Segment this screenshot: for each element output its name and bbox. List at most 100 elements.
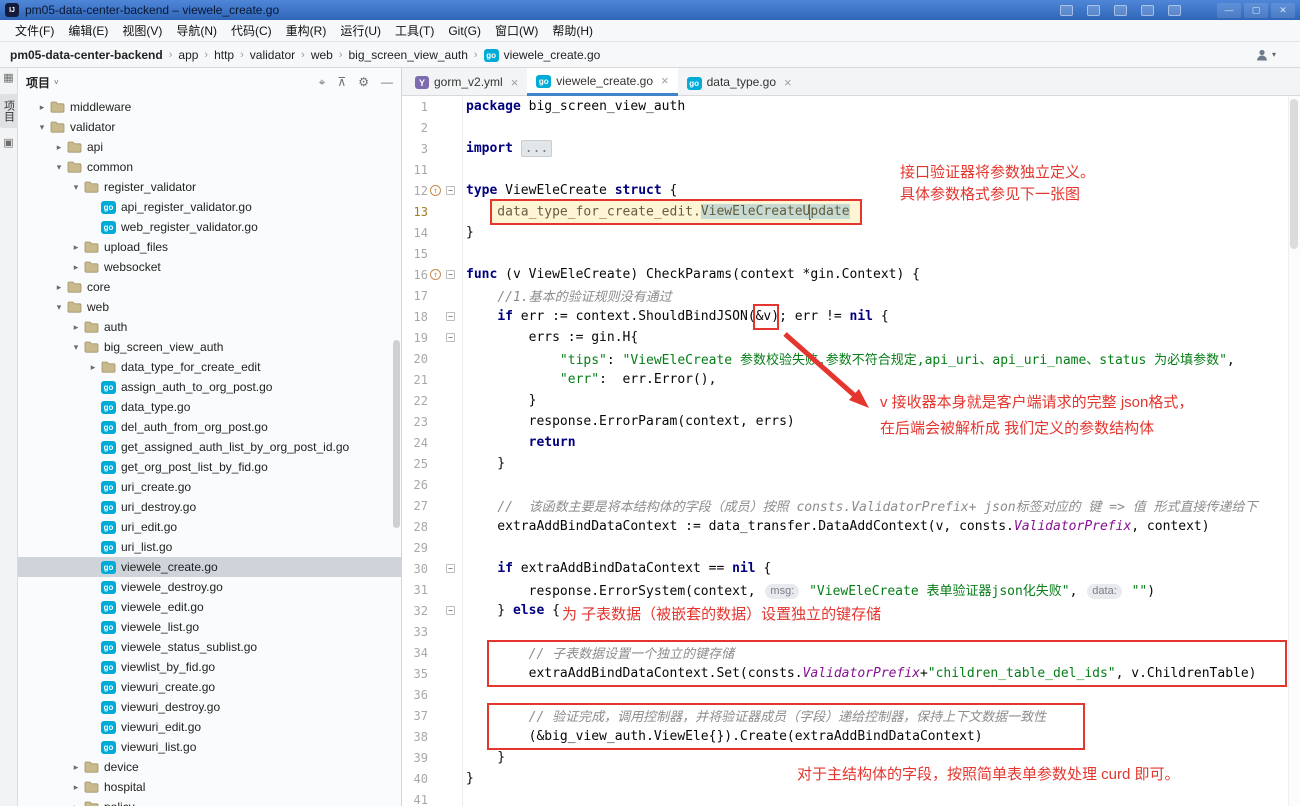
code-editor[interactable]: 1 package big_screen_view_auth 2 3 import ..… (402, 96, 1300, 806)
chevron-collapsed-icon[interactable]: ▸ (51, 142, 67, 153)
settings-gear-icon[interactable]: ⚙ (358, 75, 369, 89)
tree-item-viewuri_destroy[interactable]: go viewuri_destroy.go (18, 697, 401, 717)
tree-item-get_assigned_auth_list_by_org_post_id[interactable]: go get_assigned_auth_list_by_org_post_id.… (18, 437, 401, 457)
breadcrumb-item[interactable]: viewele_create.go (504, 48, 601, 62)
editor-tab-data_type-go[interactable]: go data_type.go × (678, 68, 801, 96)
tree-item-api_register_validator[interactable]: go api_register_validator.go (18, 197, 401, 217)
tree-item-uri_edit[interactable]: go uri_edit.go (18, 517, 401, 537)
collapse-all-icon[interactable]: ⊼ (337, 75, 346, 89)
locate-file-icon[interactable]: ⌖ (319, 75, 326, 90)
chevron-collapsed-icon[interactable]: ▸ (68, 262, 84, 273)
tree-item-viewele_destroy[interactable]: go viewele_destroy.go (18, 577, 401, 597)
tree-item-device[interactable]: ▸ device (18, 757, 401, 777)
implemented-gutter-icon[interactable]: ↑ (430, 185, 441, 196)
tree-item-data_type_for_create_edit[interactable]: ▸ data_type_for_create_edit (18, 357, 401, 377)
user-icon[interactable] (1255, 48, 1269, 62)
chevron-expanded-icon[interactable]: ▾ (68, 342, 84, 353)
tree-item-web_register_validator[interactable]: go web_register_validator.go (18, 217, 401, 237)
menu-item[interactable]: 工具(T) (388, 22, 441, 39)
tree-item-uri_list[interactable]: go uri_list.go (18, 537, 401, 557)
chevron-collapsed-icon[interactable]: ▸ (68, 322, 84, 333)
menu-item[interactable]: Git(G) (441, 24, 488, 38)
chevron-down-icon[interactable]: ˅ (54, 78, 59, 87)
fold-icon[interactable]: − (446, 270, 455, 279)
breadcrumb-item[interactable]: validator (250, 48, 295, 62)
chevron-collapsed-icon[interactable]: ▸ (68, 782, 84, 793)
breadcrumb-item[interactable]: http (214, 48, 234, 62)
editor-scrollbar-thumb[interactable] (1290, 99, 1298, 249)
tree-item-get_org_post_list_by_fid[interactable]: go get_org_post_list_by_fid.go (18, 457, 401, 477)
menu-item[interactable]: 编辑(E) (61, 22, 115, 39)
chevron-collapsed-icon[interactable]: ▸ (85, 362, 101, 373)
menu-item[interactable]: 重构(R) (279, 22, 334, 39)
close-tab-icon[interactable]: × (511, 75, 519, 90)
tree-item-viewlist_by_fid[interactable]: go viewlist_by_fid.go (18, 657, 401, 677)
menu-item[interactable]: 视图(V) (115, 22, 169, 39)
hide-panel-icon[interactable]: — (381, 75, 393, 89)
tree-item-viewele_list[interactable]: go viewele_list.go (18, 617, 401, 637)
editor-tab-gorm_v2-yml[interactable]: Ygorm_v2.yml × (406, 68, 527, 96)
tree-item-upload_files[interactable]: ▸ upload_files (18, 237, 401, 257)
structure-icon[interactable]: ▦ (3, 73, 13, 84)
implemented-gutter-icon[interactable]: ↑ (430, 269, 441, 280)
tree-item-viewuri_create[interactable]: go viewuri_create.go (18, 677, 401, 697)
menu-item[interactable]: 代码(C) (224, 22, 279, 39)
close-tab-icon[interactable]: × (661, 73, 669, 88)
chevron-collapsed-icon[interactable]: ▸ (51, 282, 67, 293)
fold-icon[interactable]: − (446, 333, 455, 342)
tree-item-del_auth_from_org_post[interactable]: go del_auth_from_org_post.go (18, 417, 401, 437)
chevron-expanded-icon[interactable]: ▾ (51, 302, 67, 313)
chevron-collapsed-icon[interactable]: ▸ (68, 762, 84, 773)
tree-item-hospital[interactable]: ▸ hospital (18, 777, 401, 797)
tree-item-api[interactable]: ▸ api (18, 137, 401, 157)
tree-item-big_screen_view_auth[interactable]: ▾ big_screen_view_auth (18, 337, 401, 357)
chevron-expanded-icon[interactable]: ▾ (51, 162, 67, 173)
tree-item-policy[interactable]: ▸ policy (18, 797, 401, 806)
chevron-collapsed-icon[interactable]: ▸ (34, 102, 50, 113)
close-button[interactable]: ✕ (1271, 2, 1295, 18)
editor-scrollbar[interactable] (1288, 96, 1300, 806)
tree-item-auth[interactable]: ▸ auth (18, 317, 401, 337)
menu-item[interactable]: 导航(N) (169, 22, 224, 39)
tree-item-common[interactable]: ▾ common (18, 157, 401, 177)
menu-item[interactable]: 运行(U) (333, 22, 388, 39)
tree-item-uri_create[interactable]: go uri_create.go (18, 477, 401, 497)
bookmark-icon[interactable]: ▣ (3, 138, 13, 149)
chevron-collapsed-icon[interactable]: ▸ (68, 802, 84, 806)
breadcrumb-item[interactable]: web (311, 48, 333, 62)
menu-item[interactable]: 文件(F) (8, 22, 61, 39)
project-tree-scrollbar[interactable] (393, 340, 400, 528)
tree-item-core[interactable]: ▸ core (18, 277, 401, 297)
tree-item-viewele_edit[interactable]: go viewele_edit.go (18, 597, 401, 617)
tree-item-websocket[interactable]: ▸ websocket (18, 257, 401, 277)
tree-item-uri_destroy[interactable]: go uri_destroy.go (18, 497, 401, 517)
chevron-down-icon[interactable]: ▾ (1272, 50, 1276, 59)
tree-item-assign_auth_to_org_post[interactable]: go assign_auth_to_org_post.go (18, 377, 401, 397)
fold-icon[interactable]: − (446, 564, 455, 573)
breadcrumb-item[interactable]: app (178, 48, 198, 62)
fold-icon[interactable]: − (446, 312, 455, 321)
menu-item[interactable]: 窗口(W) (488, 22, 545, 39)
chevron-expanded-icon[interactable]: ▾ (34, 122, 50, 133)
tree-item-viewele_create[interactable]: go viewele_create.go (18, 557, 401, 577)
tree-item-viewele_status_sublist[interactable]: go viewele_status_sublist.go (18, 637, 401, 657)
tree-item-web[interactable]: ▾ web (18, 297, 401, 317)
fold-icon[interactable]: − (446, 186, 455, 195)
breadcrumb-item[interactable]: pm05-data-center-backend (10, 48, 163, 62)
maximize-button[interactable]: ▢ (1244, 2, 1268, 18)
menu-item[interactable]: 帮助(H) (545, 22, 600, 39)
editor-tab-viewele_create-go[interactable]: go viewele_create.go × (527, 68, 678, 96)
minimize-button[interactable]: — (1217, 2, 1241, 18)
close-tab-icon[interactable]: × (784, 75, 792, 90)
tree-item-middleware[interactable]: ▸ middleware (18, 97, 401, 117)
fold-icon[interactable]: − (446, 606, 455, 615)
project-tool-button[interactable]: 项目 (0, 94, 18, 128)
tree-item-viewuri_edit[interactable]: go viewuri_edit.go (18, 717, 401, 737)
breadcrumb-item[interactable]: big_screen_view_auth (349, 48, 468, 62)
chevron-collapsed-icon[interactable]: ▸ (68, 242, 84, 253)
tree-item-viewuri_list[interactable]: go viewuri_list.go (18, 737, 401, 757)
tree-item-validator[interactable]: ▾ validator (18, 117, 401, 137)
tree-item-register_validator[interactable]: ▾ register_validator (18, 177, 401, 197)
project-panel-title[interactable]: 项目 (26, 74, 50, 91)
chevron-expanded-icon[interactable]: ▾ (68, 182, 84, 193)
